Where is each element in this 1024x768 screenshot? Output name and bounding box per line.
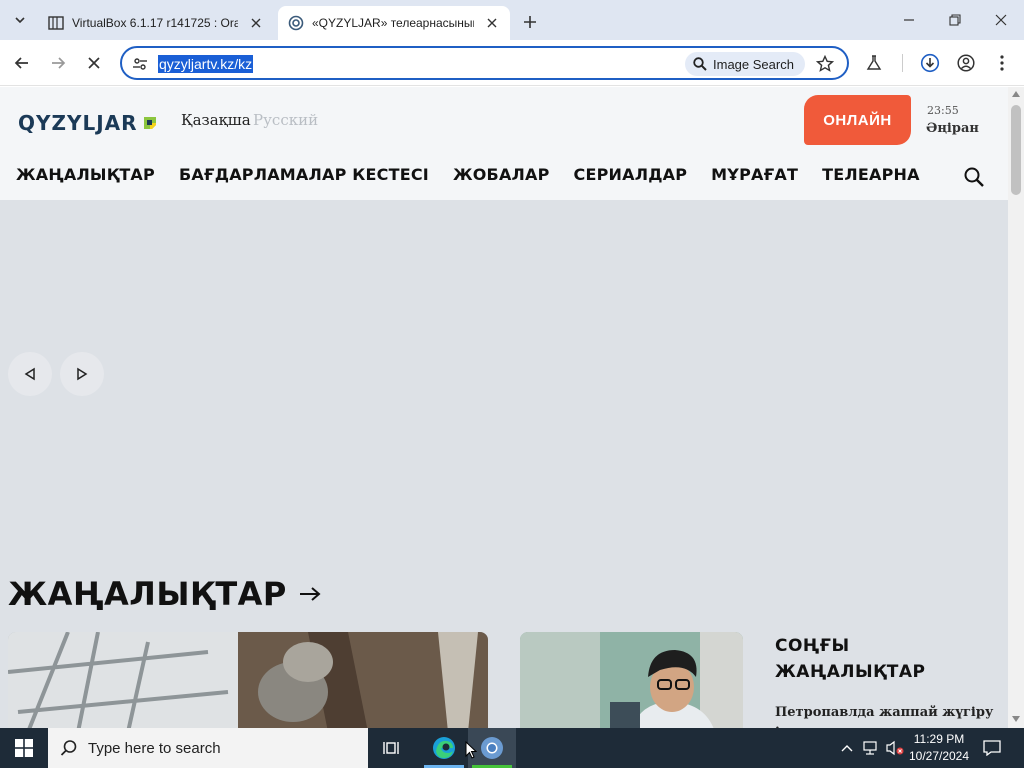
show-hidden-icons-button[interactable]: [838, 728, 856, 768]
site-clock-time: 23:55: [927, 104, 959, 117]
news-photo-boy: [520, 632, 743, 728]
logo-text: QYZYLJAR: [18, 111, 138, 135]
more-vertical-icon: [1000, 55, 1004, 71]
download-icon: [920, 53, 940, 73]
new-tab-button[interactable]: [518, 10, 542, 34]
tab-title: «QYZYLJAR» телеарнасының ресми: [312, 16, 475, 30]
arrow-right-icon: [299, 587, 321, 601]
taskbar-date: 10/27/2024: [908, 749, 970, 763]
slider-prev-button[interactable]: [8, 352, 52, 396]
profile-button[interactable]: [952, 49, 980, 77]
close-icon: [995, 14, 1007, 26]
nav-item-projects[interactable]: ЖОБАЛАР: [453, 165, 550, 187]
chevron-down-icon: [15, 17, 25, 24]
toolbar-divider: [902, 54, 903, 72]
restore-icon: [949, 14, 961, 26]
browser-toolbar: qyzyljartv.kz/kz Image Search: [0, 40, 1024, 86]
back-button[interactable]: [8, 49, 36, 77]
hero-slider: [0, 200, 1008, 550]
chevron-up-icon: [841, 745, 853, 752]
minimize-icon: [904, 19, 914, 21]
logo-mark-icon: [143, 117, 156, 129]
news-card-image[interactable]: [520, 632, 743, 728]
tab-title: VirtualBox 6.1.17 r141725 : Oracle: [72, 16, 238, 30]
taskbar-edge[interactable]: [420, 728, 468, 768]
web-page: QYZYLJAR Қазақша Русский ОНЛАЙН 23:55 Әң…: [0, 87, 1008, 728]
bookmark-star-icon[interactable]: [814, 53, 836, 75]
flask-icon: [866, 55, 882, 70]
tab-search-button[interactable]: [8, 8, 32, 32]
menu-button[interactable]: [988, 49, 1016, 77]
tab-qyzyljar[interactable]: «QYZYLJAR» телеарнасының ресми: [278, 6, 510, 40]
news-photo-tree: [8, 632, 488, 728]
arrow-left-icon: [14, 57, 28, 69]
search-icon: [60, 740, 77, 756]
arrow-right-icon: [52, 57, 66, 69]
nav-item-series[interactable]: СЕРИАЛДАР: [574, 165, 688, 187]
taskbar-clock[interactable]: 11:29 PM 10/27/2024: [906, 731, 972, 765]
site-clock-region: Әңіран: [926, 121, 979, 136]
image-search-button[interactable]: Image Search: [685, 52, 805, 76]
taskbar-search-box[interactable]: Type here to search: [48, 728, 368, 768]
url-text[interactable]: qyzyljartv.kz/kz: [158, 55, 254, 73]
news-section-title[interactable]: ЖАҢАЛЫҚТАР: [8, 575, 321, 613]
online-button[interactable]: ОНЛАЙН: [804, 95, 911, 145]
nav-item-archive[interactable]: МҰРАҒАТ: [711, 165, 798, 187]
plus-icon: [524, 16, 536, 28]
latest-news-title: СОҢҒЫ ЖАҢАЛЫҚТАР: [775, 636, 926, 682]
minimize-button[interactable]: [886, 6, 932, 34]
labs-button[interactable]: [860, 49, 888, 77]
task-view-icon: [383, 742, 399, 754]
forward-button[interactable]: [44, 49, 72, 77]
close-tab-icon[interactable]: [484, 15, 500, 31]
tab-virtualbox[interactable]: VirtualBox 6.1.17 r141725 : Oracle: [38, 6, 274, 40]
scroll-down-icon: [1012, 716, 1020, 722]
main-nav: ЖАҢАЛЫҚТАР БАҒДАРЛАМАЛАР КЕСТЕСІ ЖОБАЛАР…: [0, 157, 985, 191]
page-scrollbar[interactable]: [1008, 87, 1024, 728]
slider-next-button[interactable]: [60, 352, 104, 396]
lang-kazakh-link[interactable]: Қазақша: [181, 111, 251, 129]
virtualbox-favicon-icon: [48, 16, 64, 30]
close-window-button[interactable]: [978, 6, 1024, 34]
taskbar-search-placeholder: Type here to search: [88, 739, 221, 757]
scroll-up-icon: [1012, 91, 1020, 97]
profile-icon: [957, 54, 975, 72]
image-search-label: Image Search: [713, 56, 794, 72]
taskbar-time: 11:29 PM: [913, 732, 965, 746]
task-view-button[interactable]: [368, 728, 416, 768]
site-settings-icon[interactable]: [130, 54, 150, 74]
edge-icon: [433, 737, 455, 759]
notifications-icon[interactable]: [980, 728, 1004, 768]
downloads-button[interactable]: [916, 49, 944, 77]
site-logo[interactable]: QYZYLJAR: [18, 111, 158, 135]
address-bar[interactable]: qyzyljartv.kz/kz Image Search: [120, 46, 849, 80]
stop-loading-button[interactable]: [80, 49, 108, 77]
latest-news-item[interactable]: Петропавлда жаппай жүгіру іс-: [775, 703, 995, 728]
nav-item-news[interactable]: ЖАҢАЛЫҚТАР: [16, 165, 155, 187]
close-tab-icon[interactable]: [248, 15, 264, 31]
news-card-image[interactable]: [8, 632, 488, 728]
triangle-right-icon: [77, 367, 88, 381]
start-button[interactable]: [0, 728, 48, 768]
news-section-label: ЖАҢАЛЫҚТАР: [8, 575, 287, 613]
search-icon[interactable]: [962, 165, 986, 189]
network-icon[interactable]: [860, 728, 882, 768]
mouse-cursor-icon: [465, 741, 477, 759]
qyzyljar-favicon-icon: [288, 15, 304, 31]
scrollbar-thumb[interactable]: [1011, 105, 1021, 195]
windows-logo-icon: [15, 739, 33, 757]
triangle-left-icon: [24, 367, 35, 381]
restore-button[interactable]: [932, 6, 978, 34]
nav-item-schedule[interactable]: БАҒДАРЛАМАЛАР КЕСТЕСІ: [179, 165, 429, 187]
search-icon: [693, 57, 707, 71]
close-icon: [88, 57, 100, 69]
chrome-icon: [481, 737, 503, 759]
lang-russian-link[interactable]: Русский: [253, 111, 318, 129]
browser-tab-strip: VirtualBox 6.1.17 r141725 : Oracle «QYZY…: [0, 0, 1024, 40]
volume-muted-icon[interactable]: [884, 728, 906, 768]
site-header: QYZYLJAR Қазақша Русский ОНЛАЙН 23:55 Әң…: [0, 87, 1008, 200]
windows-taskbar: Type here to search 11:29 PM 10/27/2024: [0, 728, 1024, 768]
nav-item-channel[interactable]: ТЕЛЕАРНА: [822, 165, 920, 187]
